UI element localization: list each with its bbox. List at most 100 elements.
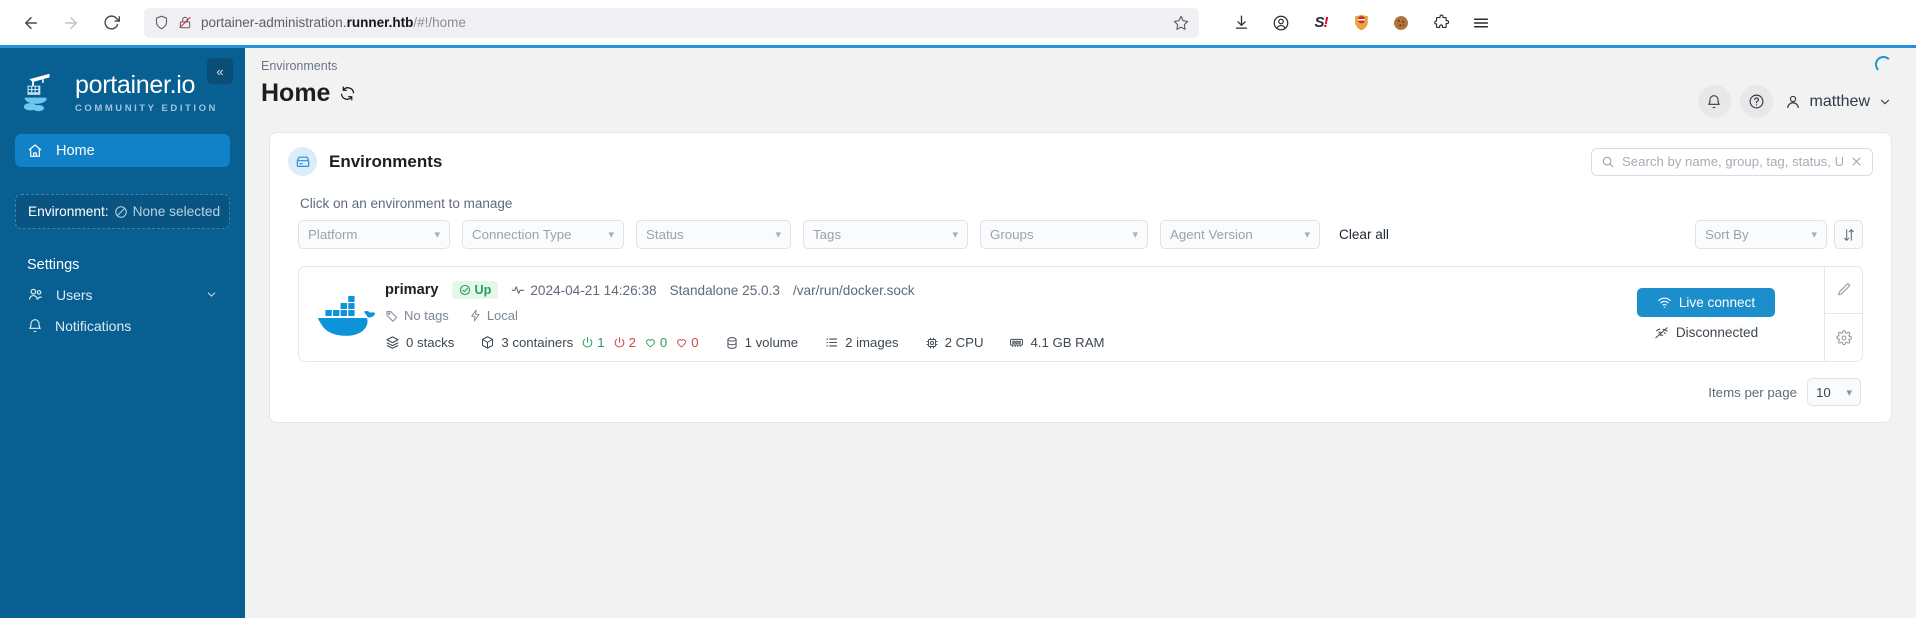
power-off-icon xyxy=(613,336,626,349)
items-per-page-select[interactable]: 10 ▾ xyxy=(1807,378,1861,406)
sort-by-select[interactable]: Sort By ▾ xyxy=(1695,220,1827,249)
avatar-icon xyxy=(1784,93,1802,111)
shodan-icon[interactable]: S! xyxy=(1309,11,1333,35)
chevron-down-icon: ▾ xyxy=(608,229,614,241)
chevron-down-icon: ▾ xyxy=(1846,386,1852,399)
sidebar-item-notifications-label: Notifications xyxy=(55,317,132,334)
cookie-icon[interactable] xyxy=(1389,11,1413,35)
bell-icon xyxy=(27,318,43,334)
stat-stacks-value: 0 stacks xyxy=(406,335,455,350)
live-connect-button[interactable]: Live connect xyxy=(1637,288,1775,317)
logo-subtitle: COMMUNITY EDITION xyxy=(75,103,218,114)
bookmark-star-icon[interactable] xyxy=(1173,15,1189,31)
filter-connection-type[interactable]: Connection Type ▾ xyxy=(462,220,624,249)
filter-platform[interactable]: Platform ▾ xyxy=(298,220,450,249)
stat-cpu: 2 CPU xyxy=(925,335,984,350)
url-text: portainer-administration.runner.htb/#!/h… xyxy=(201,15,466,30)
containers-running: 1 xyxy=(581,335,605,350)
filter-tags[interactable]: Tags ▾ xyxy=(803,220,968,249)
accent-strip xyxy=(0,45,1916,48)
loading-spinner xyxy=(1875,56,1892,73)
page-header: Environments Home matthew xyxy=(245,48,1916,126)
docker-logo-icon xyxy=(299,267,385,361)
environment-name: primary xyxy=(385,282,439,298)
chevron-down-icon xyxy=(205,288,218,301)
browser-back-button[interactable] xyxy=(14,6,48,40)
environment-type: Standalone 25.0.3 xyxy=(669,282,780,298)
help-icon[interactable] xyxy=(1739,85,1773,118)
filter-status[interactable]: Status ▾ xyxy=(636,220,791,249)
account-icon[interactable] xyxy=(1269,11,1293,35)
browser-reload-button[interactable] xyxy=(94,6,128,40)
sidebar-item-users[interactable]: Users xyxy=(15,279,230,310)
sidebar-section-settings: Settings xyxy=(27,257,80,273)
items-per-page-value: 10 xyxy=(1816,384,1831,400)
app-menu-icon[interactable] xyxy=(1469,11,1493,35)
filter-agent-version[interactable]: Agent Version ▾ xyxy=(1160,220,1320,249)
chevron-down-icon: ▾ xyxy=(1132,229,1138,241)
containers-unhealthy-value: 0 xyxy=(691,335,699,350)
users-icon xyxy=(27,286,44,303)
search-box[interactable] xyxy=(1591,147,1873,176)
main-content: Environments Home matthew Environments S… xyxy=(245,45,1916,618)
card-title: Environments xyxy=(329,151,443,171)
filter-groups[interactable]: Groups ▾ xyxy=(980,220,1148,249)
stat-cpu-value: 2 CPU xyxy=(944,335,984,350)
cpu-icon xyxy=(925,336,939,350)
search-input[interactable] xyxy=(1622,154,1843,169)
portainer-logo[interactable]: portainer.io COMMUNITY EDITION « xyxy=(0,48,245,134)
environment-settings-button[interactable] xyxy=(1825,314,1862,361)
user-menu[interactable]: matthew xyxy=(1784,93,1892,111)
sidebar-environment-value: None selected xyxy=(132,204,221,219)
sort-direction-button[interactable] xyxy=(1834,220,1863,249)
ublock-origin-icon[interactable] xyxy=(1349,11,1373,35)
download-icon[interactable] xyxy=(1229,11,1253,35)
environment-secondary-line: No tags Local xyxy=(385,308,1594,323)
edit-environment-button[interactable] xyxy=(1825,267,1862,314)
environment-url: /var/run/docker.sock xyxy=(792,282,915,298)
portainer-logo-icon xyxy=(22,70,66,116)
sidebar-collapse-button[interactable]: « xyxy=(207,58,233,84)
containers-icon xyxy=(480,335,495,350)
clear-search-icon[interactable] xyxy=(1850,155,1863,168)
environment-heartbeat-value: 2024-04-21 14:26:38 xyxy=(530,282,657,298)
page-title: Home xyxy=(261,79,331,107)
sidebar-item-home[interactable]: Home xyxy=(15,134,230,167)
breadcrumb[interactable]: Environments xyxy=(261,59,356,73)
environment-row[interactable]: primary Up 2024-04-21 14:26:38 Standalon… xyxy=(298,266,1863,362)
filter-agent-version-label: Agent Version xyxy=(1170,227,1253,242)
sidebar-environment-selector[interactable]: Environment: None selected xyxy=(15,194,230,229)
stat-images-value: 2 images xyxy=(845,335,899,350)
stat-images: 2 images xyxy=(824,335,899,350)
images-list-icon xyxy=(824,335,839,350)
environment-connection: Local xyxy=(469,308,518,323)
wifi-off-icon xyxy=(1654,325,1669,340)
notifications-bell-icon[interactable] xyxy=(1697,85,1731,118)
refresh-icon[interactable] xyxy=(339,85,356,102)
sidebar-item-users-label: Users xyxy=(56,286,93,303)
browser-forward-button[interactable] xyxy=(54,6,88,40)
environment-tags: No tags xyxy=(385,308,449,323)
sidebar-item-notifications[interactable]: Notifications xyxy=(15,310,230,341)
filter-platform-label: Platform xyxy=(308,227,358,242)
logo-title: portainer.io xyxy=(75,71,196,99)
address-bar[interactable]: portainer-administration.runner.htb/#!/h… xyxy=(144,7,1199,38)
page-title-row: Home xyxy=(261,79,356,108)
extensions-puzzle-icon[interactable] xyxy=(1429,11,1453,35)
stat-containers: 3 containers 1 2 0 0 xyxy=(480,335,699,350)
environments-icon xyxy=(288,147,317,176)
bolt-icon xyxy=(469,309,482,322)
clear-all-filters-button[interactable]: Clear all xyxy=(1339,227,1389,242)
heart-broken-icon xyxy=(675,336,688,349)
status-check-icon xyxy=(459,284,471,296)
browser-extensions: S! xyxy=(1229,11,1493,35)
filter-status-label: Status xyxy=(646,227,684,242)
sort-by-label: Sort By xyxy=(1705,227,1749,242)
containers-healthy-value: 0 xyxy=(659,335,668,350)
activity-icon xyxy=(511,283,525,297)
sidebar: portainer.io COMMUNITY EDITION « Home En… xyxy=(0,45,245,618)
environment-heartbeat: 2024-04-21 14:26:38 xyxy=(511,282,657,298)
tag-icon xyxy=(385,309,399,323)
containers-healthy: 0 xyxy=(644,335,667,350)
containers-stopped: 2 xyxy=(613,335,636,350)
